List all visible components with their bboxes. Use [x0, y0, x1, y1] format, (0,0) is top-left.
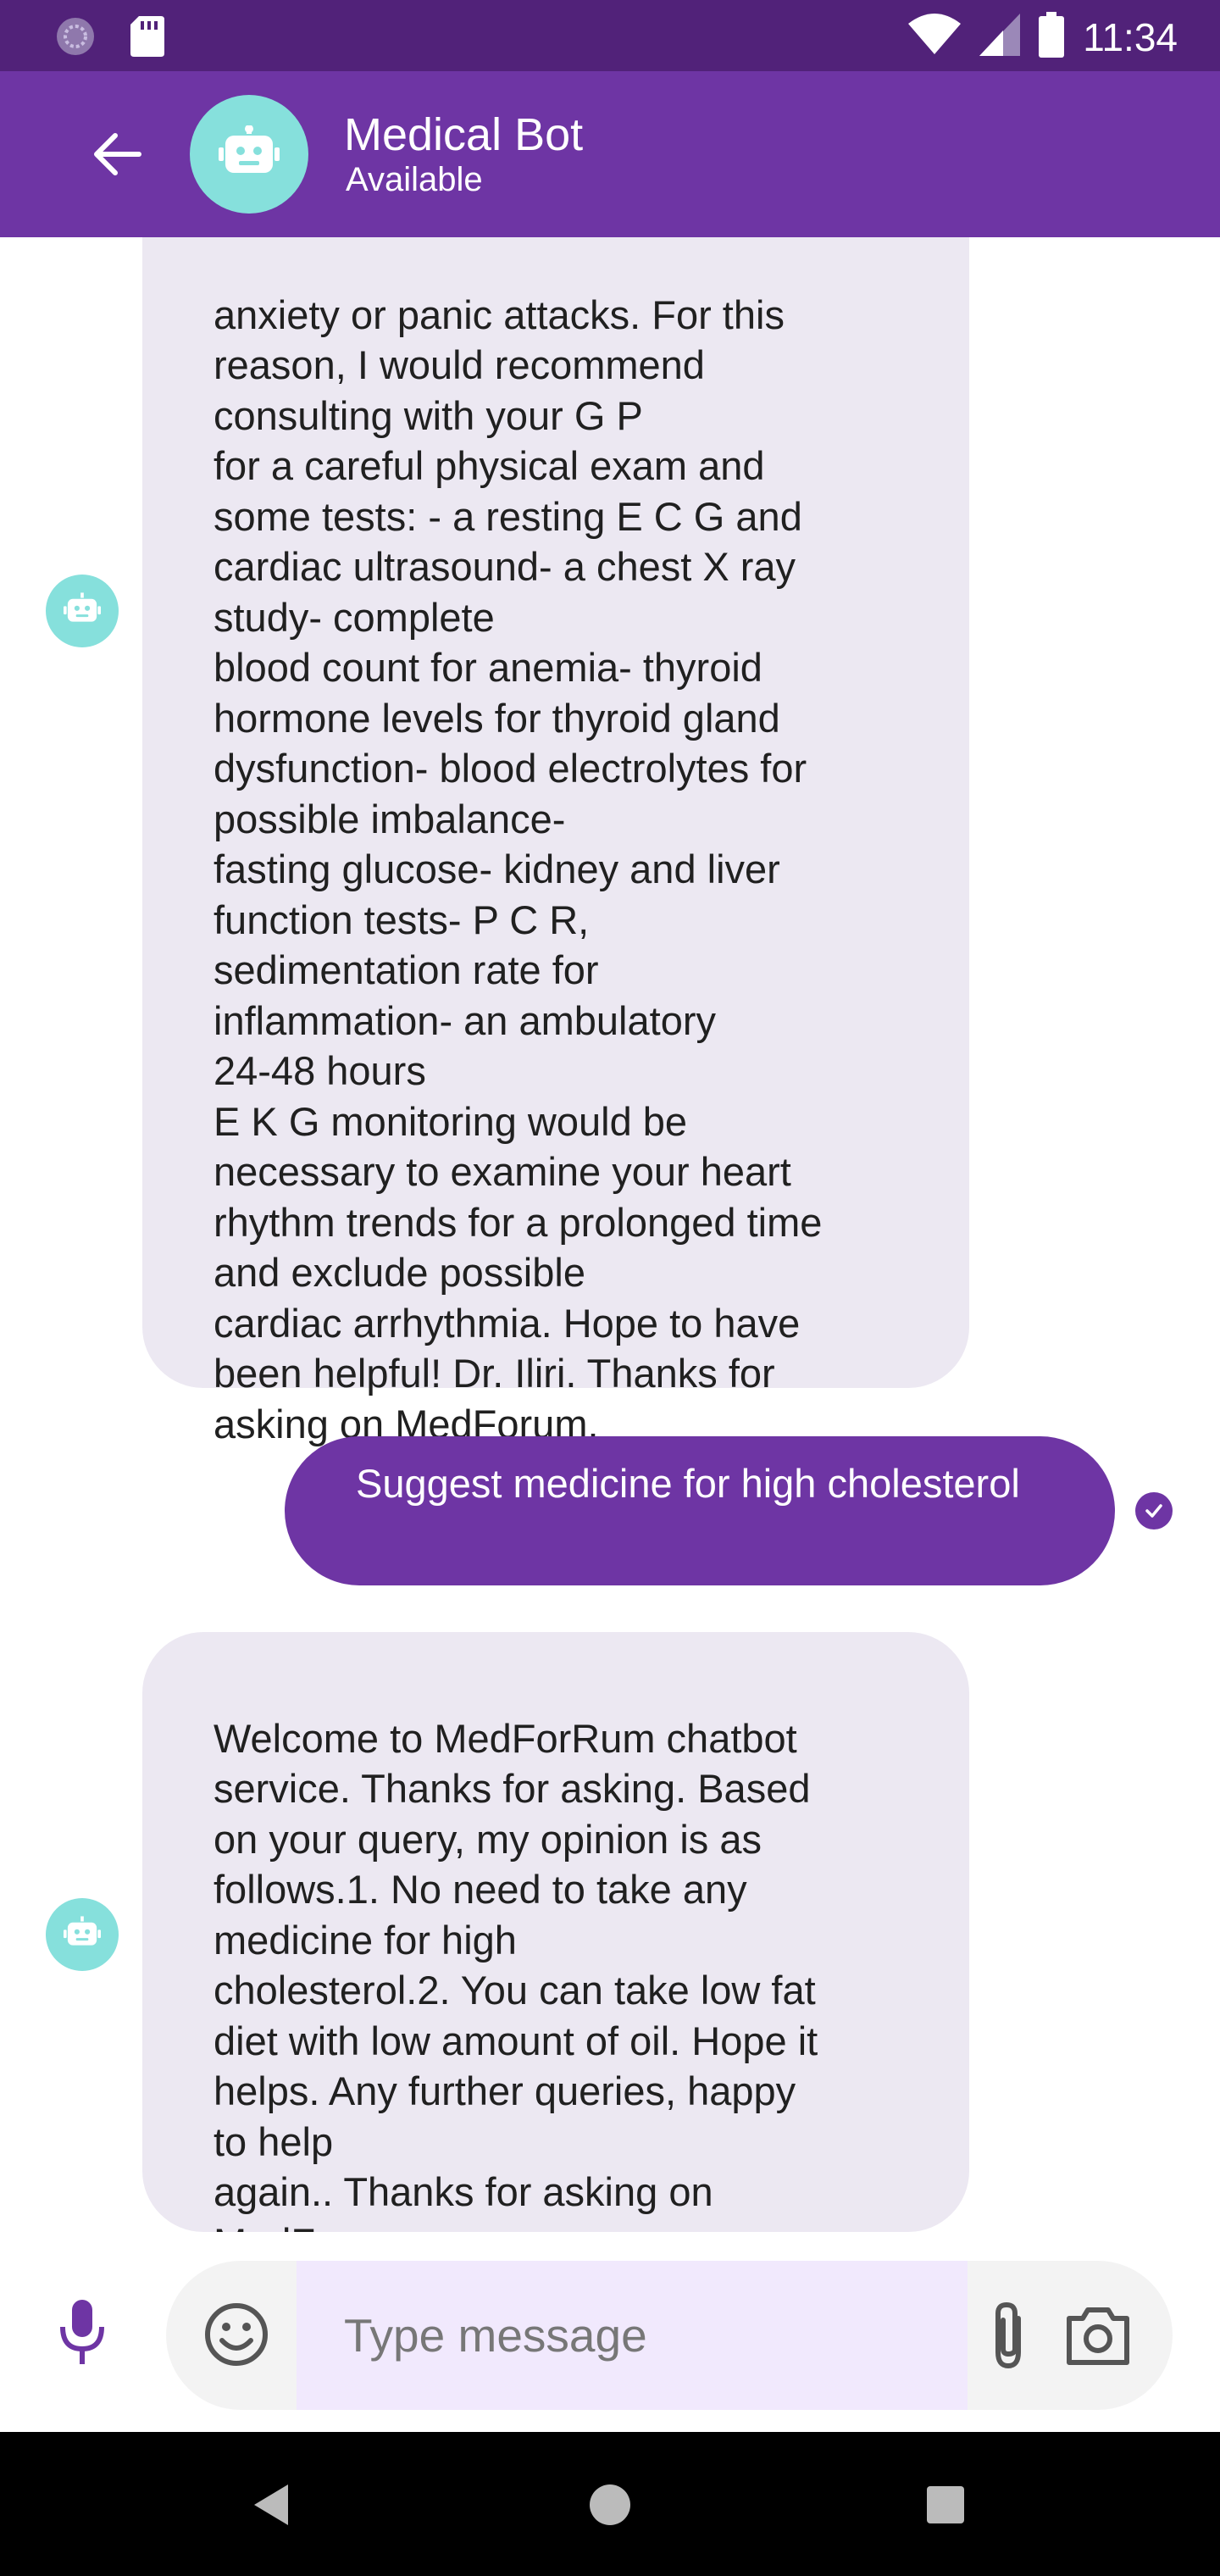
bot-message-avatar	[46, 1898, 119, 1971]
robot-icon	[219, 124, 280, 184]
bot-message-avatar	[46, 575, 119, 647]
chat-subtitle: Available	[346, 161, 483, 198]
status-right-icons: 11:34	[908, 12, 1178, 62]
status-left-icons	[54, 15, 164, 62]
sent-check-icon	[1135, 1492, 1173, 1530]
chat-title: Medical Bot	[344, 109, 584, 160]
home-circle-icon[interactable]	[583, 2478, 637, 2532]
message-text: anxiety or panic attacks. For this reaso…	[214, 291, 823, 1446]
signal-icon	[979, 14, 1021, 60]
message-input[interactable]	[297, 2261, 968, 2410]
message-input-pill	[166, 2261, 1173, 2410]
status-bar: 11:34	[0, 0, 1220, 71]
camera-icon[interactable]	[1064, 2303, 1132, 2368]
pinwheel-icon	[54, 15, 97, 62]
battery-icon	[1039, 12, 1065, 62]
message-text: Suggest medicine for high cholesterol	[356, 1461, 1020, 1506]
robot-icon	[64, 1915, 101, 1954]
status-time: 11:34	[1083, 14, 1178, 59]
wifi-icon	[908, 14, 962, 60]
message-list[interactable]: anxiety or panic attacks. For this reaso…	[0, 237, 1220, 2232]
microphone-icon[interactable]	[53, 2296, 112, 2373]
back-arrow-icon[interactable]	[90, 127, 144, 181]
emoji-icon[interactable]	[203, 2301, 269, 2368]
user-message-bubble[interactable]: Suggest medicine for high cholesterol	[285, 1436, 1115, 1585]
message-text: Welcome to MedForRum chatbot service. Th…	[214, 1715, 818, 2233]
system-nav-bar	[0, 2432, 1220, 2576]
attachment-icon[interactable]	[984, 2298, 1035, 2373]
app-bar: Medical Bot Available	[0, 71, 1220, 237]
bot-avatar[interactable]	[190, 95, 308, 214]
back-triangle-icon[interactable]	[246, 2478, 300, 2532]
robot-icon	[64, 591, 101, 630]
recents-square-icon[interactable]	[918, 2478, 973, 2532]
bot-message-bubble[interactable]: anxiety or panic attacks. For this reaso…	[142, 237, 969, 1446]
bot-message-bubble[interactable]: Welcome to MedForRum chatbot service. Th…	[142, 1632, 969, 2232]
sd-card-icon	[130, 16, 164, 61]
message-input-bar	[0, 2232, 1220, 2432]
